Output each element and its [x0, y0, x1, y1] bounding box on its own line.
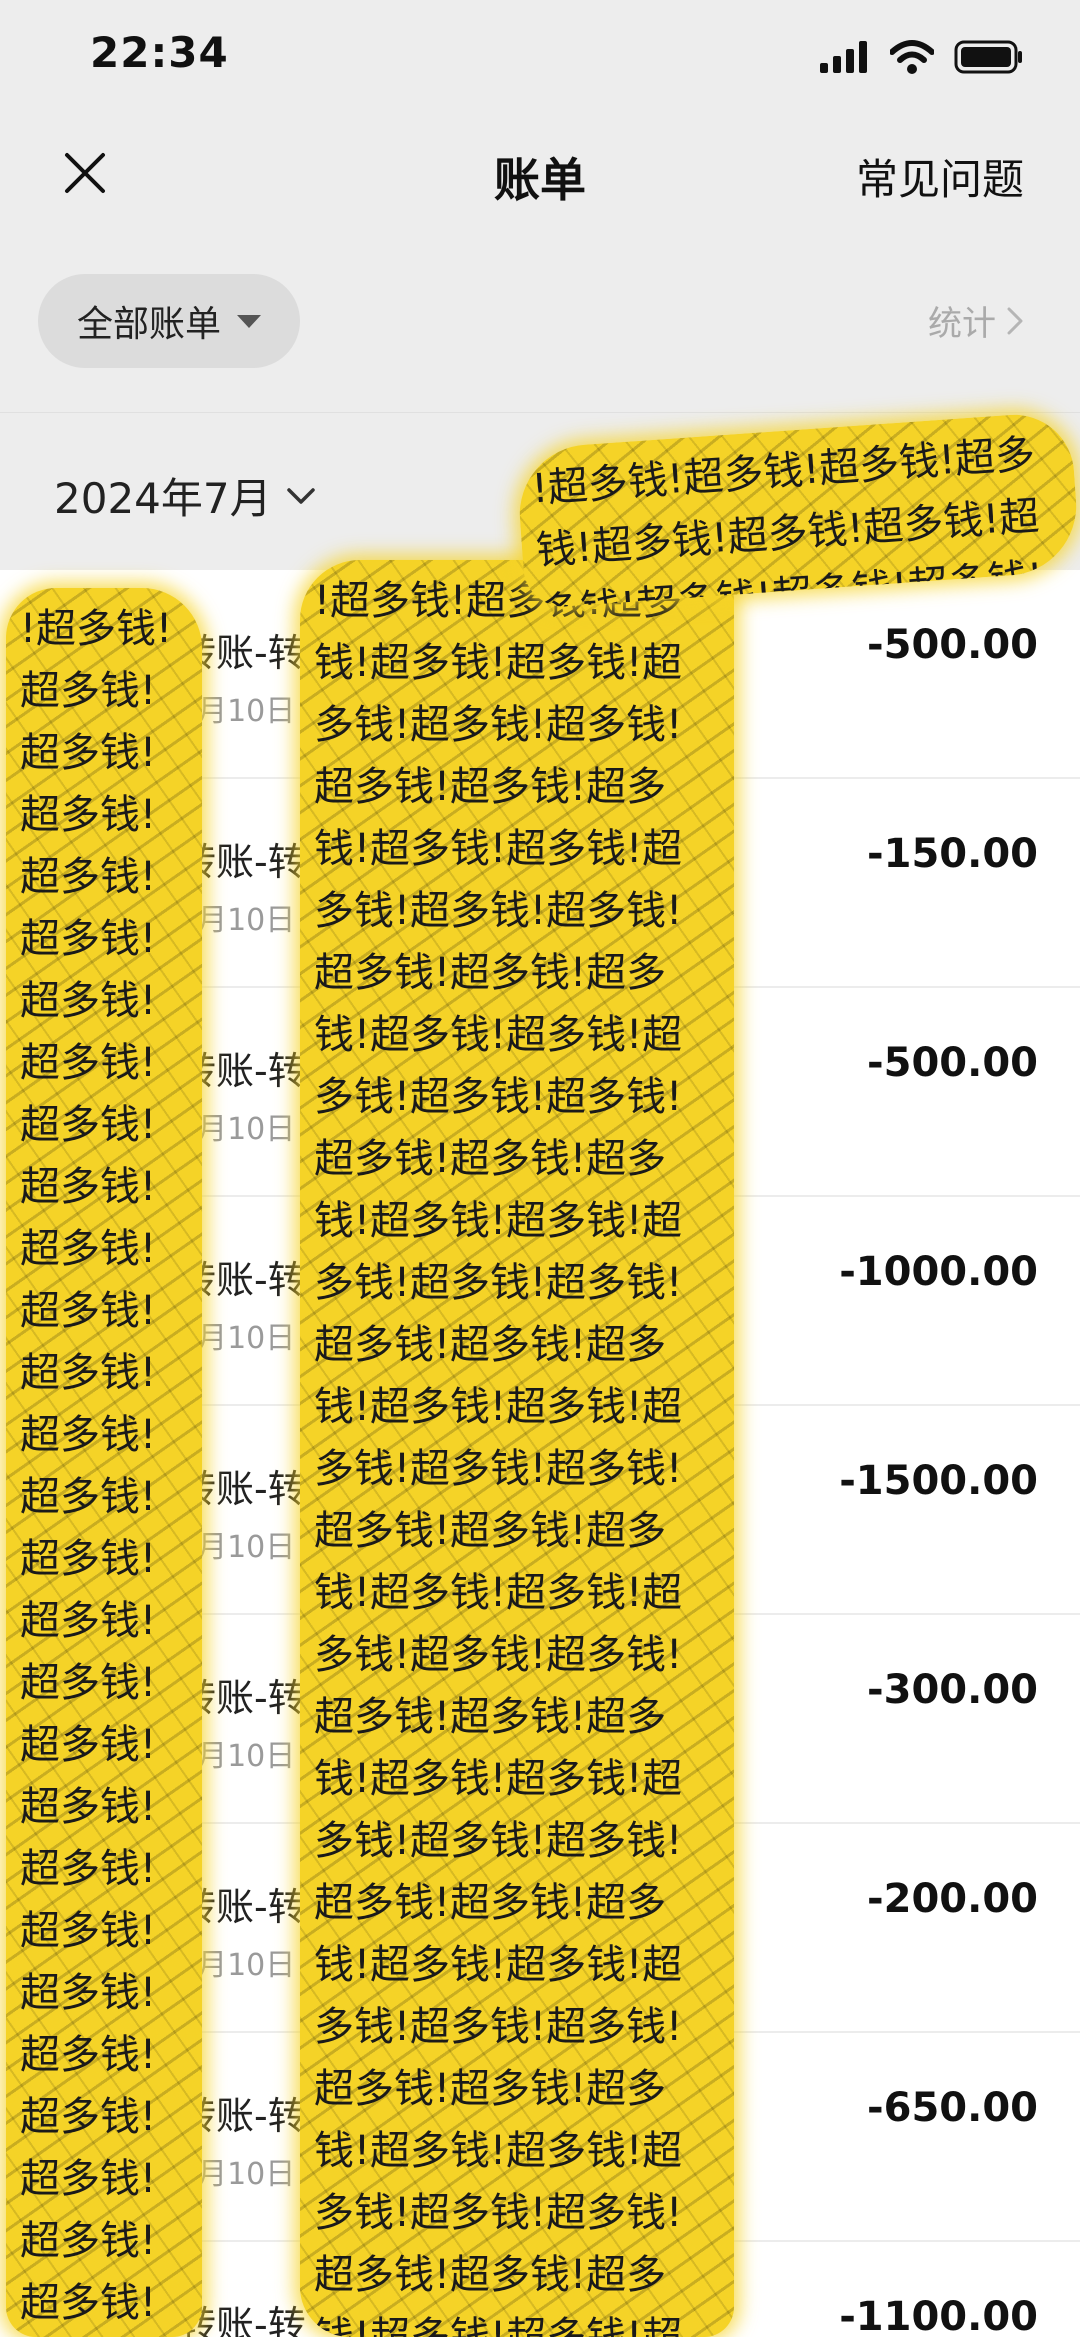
stats-label: 统计: [928, 304, 996, 344]
sticker-overlay-middle: !超多钱!超多钱!超多钱!超多钱!超多钱!超多钱!超多钱!超多钱!超多钱!超多钱…: [300, 560, 734, 2337]
signal-icon: [820, 41, 867, 73]
bill-amount: -650.00: [867, 2085, 1038, 2131]
status-bar: 22:34: [0, 0, 1080, 120]
caret-down-icon: [237, 314, 261, 328]
bill-amount: -500.00: [867, 1040, 1038, 1086]
bill-amount: -300.00: [867, 1667, 1038, 1713]
stats-link[interactable]: 统计: [928, 296, 1024, 345]
bill-amount: -1000.00: [839, 1249, 1038, 1295]
month-picker[interactable]: 2024年7月: [54, 465, 316, 526]
bill-amount: -200.00: [867, 1876, 1038, 1922]
nav-bar: 账单 常见问题: [0, 120, 1080, 240]
bill-amount: -500.00: [867, 622, 1038, 668]
wifi-icon: [890, 40, 934, 74]
faq-link[interactable]: 常见问题: [856, 146, 1024, 207]
status-time: 22:34: [90, 28, 229, 77]
bill-amount: -1500.00: [839, 1458, 1038, 1504]
bill-amount: -150.00: [867, 831, 1038, 877]
month-label: 2024年7月: [54, 474, 272, 523]
filter-bar: 全部账单 统计: [0, 240, 1080, 412]
status-icons: [820, 40, 1024, 74]
battery-icon: [954, 40, 1022, 74]
bill-page: 22:34 账单 常见问题 全部账单 统计 2024年7月 转账-转给 7月10…: [0, 0, 1080, 2337]
bill-filter-label: 全部账单: [76, 304, 221, 345]
chevron-down-icon: [286, 487, 315, 504]
chevron-right-icon: [1007, 307, 1023, 334]
sticker-overlay-left: !超多钱!超多钱!超多钱!超多钱!超多钱!超多钱!超多钱!超多钱!超多钱!超多钱…: [6, 588, 202, 2337]
bill-filter-dropdown[interactable]: 全部账单: [38, 274, 300, 368]
bill-amount: -1100.00: [839, 2294, 1038, 2337]
